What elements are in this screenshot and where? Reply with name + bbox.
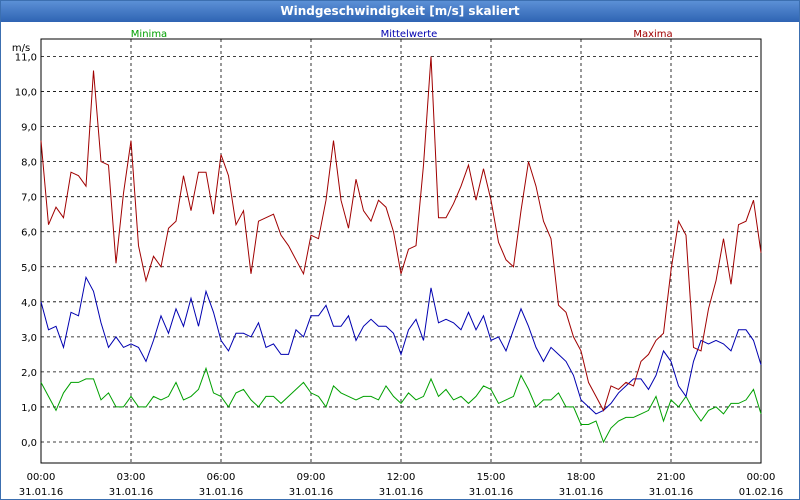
x-tick-date: 31.01.16 [649,487,694,498]
x-tick-time: 21:00 [657,472,686,483]
y-tick-label: 2,0 [21,368,37,379]
y-tick-label: 10,0 [15,88,37,99]
x-tick-time: 03:00 [117,472,146,483]
x-tick-time: 06:00 [207,472,236,483]
chart-canvas: 0,0 1,0 2,0 3,0 4,0 5,0 6,0 7,0 8,0 9,0 10,0 11,0m/… [12,29,784,498]
x-tick-time: 15:00 [477,472,506,483]
y-tick-label: 1,0 [21,403,37,414]
legend-minima: Minima [131,29,167,40]
x-tick-date: 31.01.16 [19,487,64,498]
y-axis-label: m/s [12,43,30,54]
y-tick-label: 8,0 [21,158,37,169]
y-tick-label: 5,0 [21,263,37,274]
x-tick-time: 12:00 [387,472,416,483]
x-tick-time: 09:00 [297,472,326,483]
y-tick-label: 4,0 [21,298,37,309]
x-tick-time: 18:00 [567,472,596,483]
legend-mittelwerte: Mittelwerte [381,29,438,40]
x-tick-time: 00:00 [27,472,56,483]
y-tick-label: 7,0 [21,193,37,204]
x-tick-time: 00:00 [747,472,776,483]
x-tick-date: 31.01.16 [199,487,244,498]
y-tick-label: 11,0 [15,53,37,64]
chart-window: Windgeschwindigkeit [m/s] skaliert 0,0 1,… [0,0,800,500]
legend-maxima: Maxima [633,29,672,40]
y-tick-label: 0,0 [21,438,37,449]
x-tick-date: 31.01.16 [469,487,514,498]
x-tick-date: 01.02.16 [739,487,784,498]
y-tick-label: 6,0 [21,228,37,239]
x-tick-date: 31.01.16 [109,487,154,498]
window-title: Windgeschwindigkeit [m/s] skaliert [1,1,799,22]
x-tick-date: 31.01.16 [559,487,604,498]
x-tick-date: 31.01.16 [379,487,424,498]
x-tick-date: 31.01.16 [289,487,334,498]
y-tick-label: 9,0 [21,123,37,134]
y-tick-label: 3,0 [21,333,37,344]
